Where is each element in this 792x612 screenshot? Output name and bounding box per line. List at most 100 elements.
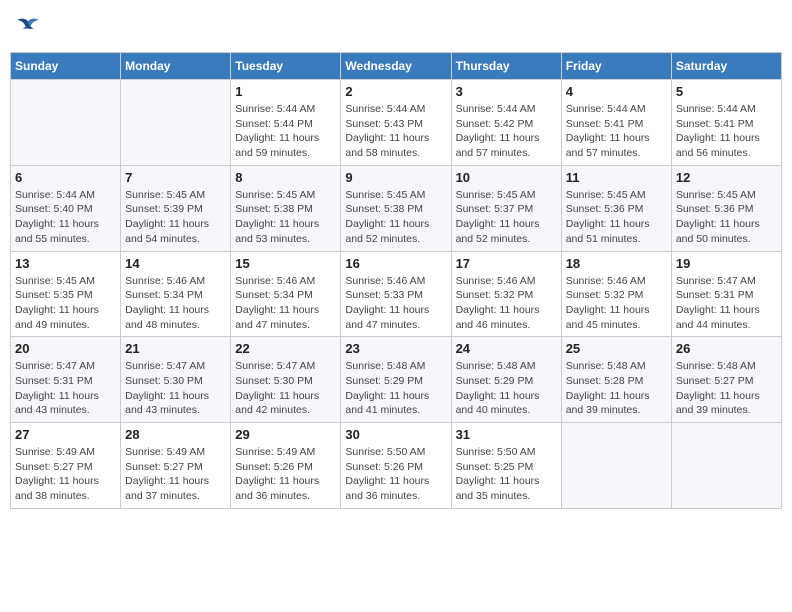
day-info: Sunrise: 5:44 AM Sunset: 5:44 PM Dayligh…	[235, 102, 336, 161]
calendar-cell: 3 Sunrise: 5:44 AM Sunset: 5:42 PM Daylig…	[451, 80, 561, 166]
day-info: Sunrise: 5:48 AM Sunset: 5:28 PM Dayligh…	[566, 359, 667, 418]
day-info: Sunrise: 5:46 AM Sunset: 5:34 PM Dayligh…	[125, 274, 226, 333]
calendar-cell: 4 Sunrise: 5:44 AM Sunset: 5:41 PM Daylig…	[561, 80, 671, 166]
calendar-cell: 10 Sunrise: 5:45 AM Sunset: 5:37 PM Dayli…	[451, 165, 561, 251]
day-number: 9	[345, 170, 446, 185]
day-info: Sunrise: 5:45 AM Sunset: 5:35 PM Dayligh…	[15, 274, 116, 333]
day-info: Sunrise: 5:49 AM Sunset: 5:26 PM Dayligh…	[235, 445, 336, 504]
calendar-cell: 16 Sunrise: 5:46 AM Sunset: 5:33 PM Dayli…	[341, 251, 451, 337]
calendar-cell: 22Sunrise: 5:47 AM Sunset: 5:30 PM Dayli…	[231, 337, 341, 423]
calendar-body: 1Sunrise: 5:44 AM Sunset: 5:44 PM Daylig…	[11, 80, 782, 509]
calendar-week-row: 6 Sunrise: 5:44 AM Sunset: 5:40 PM Daylig…	[11, 165, 782, 251]
day-info: Sunrise: 5:48 AM Sunset: 5:29 PM Dayligh…	[456, 359, 557, 418]
calendar-cell: 24 Sunrise: 5:48 AM Sunset: 5:29 PM Dayli…	[451, 337, 561, 423]
day-info: Sunrise: 5:45 AM Sunset: 5:36 PM Dayligh…	[676, 188, 777, 247]
calendar-cell: 14 Sunrise: 5:46 AM Sunset: 5:34 PM Dayli…	[121, 251, 231, 337]
day-info: Sunrise: 5:46 AM Sunset: 5:34 PM Dayligh…	[235, 274, 336, 333]
day-header-wednesday: Wednesday	[341, 53, 451, 80]
calendar-cell: 15 Sunrise: 5:46 AM Sunset: 5:34 PM Dayli…	[231, 251, 341, 337]
day-number: 14	[125, 256, 226, 271]
day-info: Sunrise: 5:45 AM Sunset: 5:38 PM Dayligh…	[345, 188, 446, 247]
day-info: Sunrise: 5:49 AM Sunset: 5:27 PM Dayligh…	[125, 445, 226, 504]
day-number: 4	[566, 84, 667, 99]
calendar-cell: 13 Sunrise: 5:45 AM Sunset: 5:35 PM Dayli…	[11, 251, 121, 337]
day-header-monday: Monday	[121, 53, 231, 80]
day-info: Sunrise: 5:44 AM Sunset: 5:40 PM Dayligh…	[15, 188, 116, 247]
calendar-cell: 7Sunrise: 5:45 AM Sunset: 5:39 PM Daylig…	[121, 165, 231, 251]
day-number: 26	[676, 341, 777, 356]
day-header-saturday: Saturday	[671, 53, 781, 80]
day-info: Sunrise: 5:44 AM Sunset: 5:43 PM Dayligh…	[345, 102, 446, 161]
calendar-week-row: 20 Sunrise: 5:47 AM Sunset: 5:31 PM Dayli…	[11, 337, 782, 423]
calendar-cell	[11, 80, 121, 166]
day-number: 12	[676, 170, 777, 185]
day-number: 20	[15, 341, 116, 356]
day-number: 11	[566, 170, 667, 185]
logo-icon	[14, 16, 42, 38]
calendar-cell: 27Sunrise: 5:49 AM Sunset: 5:27 PM Dayli…	[11, 423, 121, 509]
day-number: 24	[456, 341, 557, 356]
calendar-cell: 23 Sunrise: 5:48 AM Sunset: 5:29 PM Dayli…	[341, 337, 451, 423]
calendar-cell: 30 Sunrise: 5:50 AM Sunset: 5:26 PM Dayli…	[341, 423, 451, 509]
calendar-week-row: 27 Sunrise: 5:49 AM Sunset: 5:27 PM Dayli…	[11, 423, 782, 509]
day-number: 13	[15, 256, 116, 271]
calendar-cell: 11 Sunrise: 5:45 AM Sunset: 5:36 PM Dayli…	[561, 165, 671, 251]
calendar-cell: 31 Sunrise: 5:50 AM Sunset: 5:25 PM Dayli…	[451, 423, 561, 509]
day-number: 10	[456, 170, 557, 185]
day-header-sunday: Sunday	[11, 53, 121, 80]
day-number: 25	[566, 341, 667, 356]
calendar-cell: 8Sunrise: 5:45 AM Sunset: 5:38 PM Daylig…	[231, 165, 341, 251]
day-info: Sunrise: 5:47 AM Sunset: 5:30 PM Dayligh…	[235, 359, 336, 418]
day-info: Sunrise: 5:44 AM Sunset: 5:41 PM Dayligh…	[676, 102, 777, 161]
day-info: Sunrise: 5:47 AM Sunset: 5:31 PM Dayligh…	[15, 359, 116, 418]
day-number: 15	[235, 256, 336, 271]
calendar-cell: 17Sunrise: 5:46 AM Sunset: 5:32 PM Dayli…	[451, 251, 561, 337]
day-number: 17	[456, 256, 557, 271]
day-info: Sunrise: 5:48 AM Sunset: 5:29 PM Dayligh…	[345, 359, 446, 418]
day-header-friday: Friday	[561, 53, 671, 80]
day-header-thursday: Thursday	[451, 53, 561, 80]
day-number: 16	[345, 256, 446, 271]
calendar-cell: 29Sunrise: 5:49 AM Sunset: 5:26 PM Dayli…	[231, 423, 341, 509]
day-number: 23	[345, 341, 446, 356]
day-number: 6	[15, 170, 116, 185]
day-info: Sunrise: 5:45 AM Sunset: 5:38 PM Dayligh…	[235, 188, 336, 247]
day-info: Sunrise: 5:44 AM Sunset: 5:42 PM Dayligh…	[456, 102, 557, 161]
day-number: 5	[676, 84, 777, 99]
day-info: Sunrise: 5:45 AM Sunset: 5:39 PM Dayligh…	[125, 188, 226, 247]
calendar-week-row: 1Sunrise: 5:44 AM Sunset: 5:44 PM Daylig…	[11, 80, 782, 166]
day-number: 2	[345, 84, 446, 99]
calendar-cell: 25 Sunrise: 5:48 AM Sunset: 5:28 PM Dayli…	[561, 337, 671, 423]
day-info: Sunrise: 5:47 AM Sunset: 5:30 PM Dayligh…	[125, 359, 226, 418]
day-number: 28	[125, 427, 226, 442]
calendar-cell: 20 Sunrise: 5:47 AM Sunset: 5:31 PM Dayli…	[11, 337, 121, 423]
day-info: Sunrise: 5:46 AM Sunset: 5:33 PM Dayligh…	[345, 274, 446, 333]
calendar-cell: 26Sunrise: 5:48 AM Sunset: 5:27 PM Dayli…	[671, 337, 781, 423]
day-number: 27	[15, 427, 116, 442]
day-info: Sunrise: 5:50 AM Sunset: 5:25 PM Dayligh…	[456, 445, 557, 504]
calendar-table: SundayMondayTuesdayWednesdayThursdayFrid…	[10, 52, 782, 509]
day-number: 30	[345, 427, 446, 442]
calendar-cell: 19Sunrise: 5:47 AM Sunset: 5:31 PM Dayli…	[671, 251, 781, 337]
calendar-cell: 12 Sunrise: 5:45 AM Sunset: 5:36 PM Dayli…	[671, 165, 781, 251]
calendar-cell	[671, 423, 781, 509]
calendar-cell: 1Sunrise: 5:44 AM Sunset: 5:44 PM Daylig…	[231, 80, 341, 166]
calendar-cell: 2 Sunrise: 5:44 AM Sunset: 5:43 PM Daylig…	[341, 80, 451, 166]
calendar-cell: 21 Sunrise: 5:47 AM Sunset: 5:30 PM Dayli…	[121, 337, 231, 423]
calendar-cell: 6 Sunrise: 5:44 AM Sunset: 5:40 PM Daylig…	[11, 165, 121, 251]
day-info: Sunrise: 5:45 AM Sunset: 5:36 PM Dayligh…	[566, 188, 667, 247]
calendar-cell: 18Sunrise: 5:46 AM Sunset: 5:32 PM Dayli…	[561, 251, 671, 337]
day-info: Sunrise: 5:50 AM Sunset: 5:26 PM Dayligh…	[345, 445, 446, 504]
calendar-cell	[121, 80, 231, 166]
day-number: 31	[456, 427, 557, 442]
logo	[14, 16, 46, 38]
calendar-cell	[561, 423, 671, 509]
day-number: 21	[125, 341, 226, 356]
calendar-cell: 5 Sunrise: 5:44 AM Sunset: 5:41 PM Daylig…	[671, 80, 781, 166]
day-number: 3	[456, 84, 557, 99]
day-info: Sunrise: 5:44 AM Sunset: 5:41 PM Dayligh…	[566, 102, 667, 161]
day-number: 18	[566, 256, 667, 271]
day-number: 19	[676, 256, 777, 271]
calendar-week-row: 13 Sunrise: 5:45 AM Sunset: 5:35 PM Dayli…	[11, 251, 782, 337]
day-info: Sunrise: 5:45 AM Sunset: 5:37 PM Dayligh…	[456, 188, 557, 247]
